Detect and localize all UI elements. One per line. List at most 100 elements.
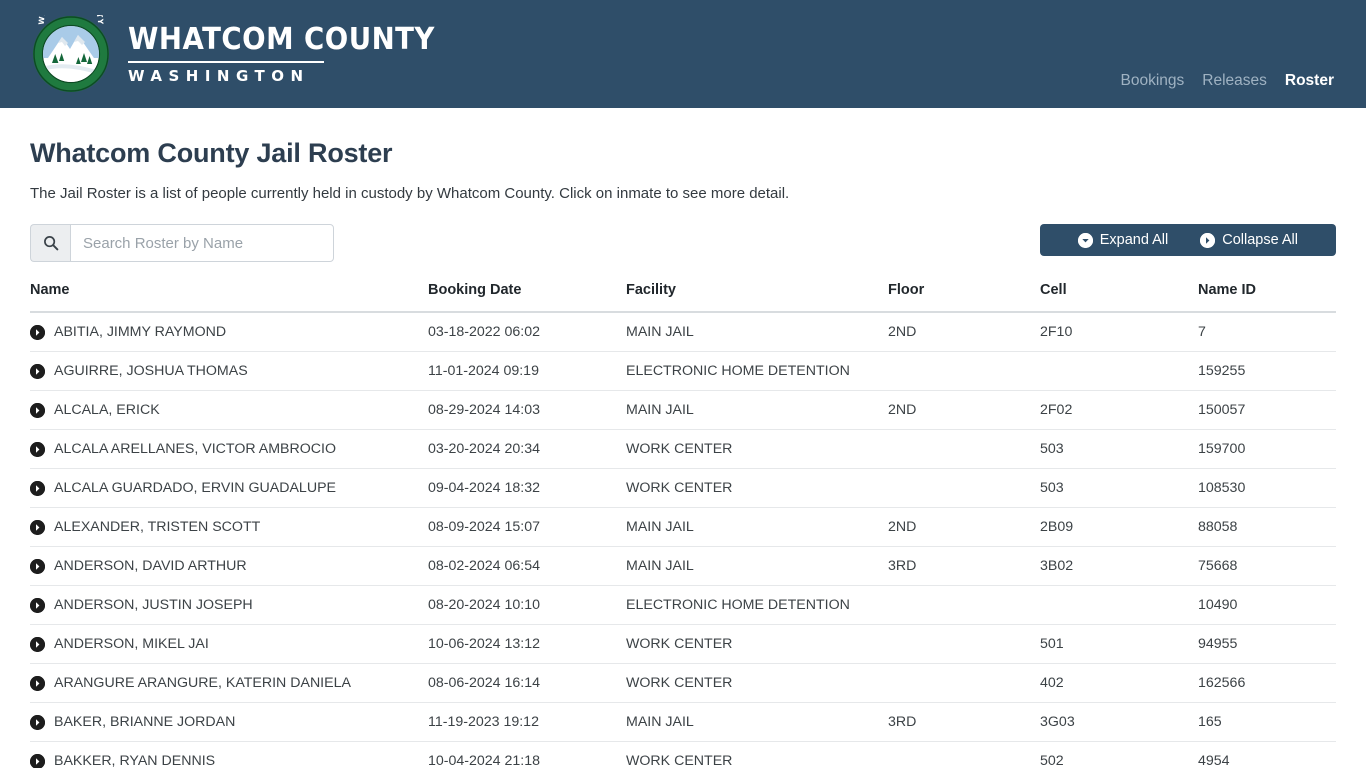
inmate-name[interactable]: BAKER, BRIANNE JORDAN	[54, 714, 235, 730]
roster-table-head: Name Booking Date Facility Floor Cell Na…	[30, 282, 1336, 313]
expand-all-button[interactable]: Expand All	[1039, 224, 1185, 256]
row-expand-icon[interactable]	[30, 636, 45, 652]
row-expand-icon[interactable]	[30, 753, 45, 768]
cell-facility: WORK CENTER	[626, 663, 888, 703]
cell-facility: MAIN JAIL	[626, 507, 888, 547]
cell-floor	[888, 585, 1040, 625]
cell-booking-date: 08-29-2024 14:03	[428, 390, 626, 430]
column-header-name-id[interactable]: Name ID	[1198, 282, 1336, 313]
roster-table-body: ABITIA, JIMMY RAYMOND 03-18-2022 06:02 MAI…	[30, 312, 1336, 768]
cell-cell: 2B09	[1040, 507, 1198, 547]
site-header: WHATCOM COUNTY WASHINGTON WHATCOM COUNTY…	[0, 0, 1366, 108]
row-expand-icon[interactable]	[30, 402, 45, 418]
brand-logo[interactable]: WHATCOM COUNTY WASHINGTON WHATCOM COUNTY…	[32, 15, 462, 93]
table-row[interactable]: BAKER, BRIANNE JORDAN 11-19-2023 19:12 MAI…	[30, 702, 1336, 742]
page-description: The Jail Roster is a list of people curr…	[30, 185, 790, 202]
inmate-name[interactable]: ALCALA ARELLANES, VICTOR AMBROCIO	[54, 441, 336, 457]
table-row[interactable]: ARANGURE ARANGURE, KATERIN DANIELA 08-06-…	[30, 663, 1336, 703]
cell-cell: 2F10	[1040, 312, 1198, 352]
cell-floor: 3RD	[888, 546, 1040, 586]
nav-link-roster[interactable]: Roster	[1285, 72, 1334, 90]
collapse-all-label: Collapse All	[1222, 232, 1298, 248]
inmate-name[interactable]: ARANGURE ARANGURE, KATERIN DANIELA	[54, 675, 351, 691]
table-row[interactable]: BAKKER, RYAN DENNIS 10-04-2024 21:18 WORK …	[30, 741, 1336, 768]
column-header-booking-date[interactable]: Booking Date	[428, 282, 626, 313]
inmate-name[interactable]: AGUIRRE, JOSHUA THOMAS	[54, 363, 248, 379]
table-row[interactable]: ABITIA, JIMMY RAYMOND 03-18-2022 06:02 MAI…	[30, 312, 1336, 352]
table-row[interactable]: ANDERSON, JUSTIN JOSEPH 08-20-2024 10:10 E…	[30, 585, 1336, 625]
table-row[interactable]: ANDERSON, DAVID ARTHUR 08-02-2024 06:54 MA…	[30, 546, 1336, 586]
cell-name: ANDERSON, JUSTIN JOSEPH	[30, 585, 428, 625]
row-expand-icon[interactable]	[30, 558, 45, 574]
table-row[interactable]: ALEXANDER, TRISTEN SCOTT 08-09-2024 15:07…	[30, 507, 1336, 547]
cell-name: BAKER, BRIANNE JORDAN	[30, 702, 428, 742]
cell-name-id: 75668	[1198, 546, 1336, 586]
cell-name-id: 165	[1198, 702, 1336, 742]
search-icon[interactable]	[30, 224, 70, 262]
column-header-facility[interactable]: Facility	[626, 282, 888, 313]
inmate-name[interactable]: BAKKER, RYAN DENNIS	[54, 753, 215, 768]
wordmark: WHATCOM COUNTY WASHINGTON	[128, 24, 462, 85]
row-expand-icon[interactable]	[30, 675, 45, 691]
nav-link-releases[interactable]: Releases	[1202, 72, 1267, 90]
cell-floor: 2ND	[888, 312, 1040, 352]
wordmark-line-state: WASHINGTON	[128, 67, 310, 86]
roster-table: Name Booking Date Facility Floor Cell Na…	[30, 282, 1336, 768]
table-row[interactable]: ALCALA, ERICK 08-29-2024 14:03 MAIN JAIL 2N…	[30, 390, 1336, 430]
table-row[interactable]: ANDERSON, MIKEL JAI 10-06-2024 13:12 WORK …	[30, 624, 1336, 664]
chevron-down-circle-icon	[1077, 232, 1093, 248]
table-row[interactable]: ALCALA GUARDADO, ERVIN GUADALUPE 09-04-20…	[30, 468, 1336, 508]
expand-collapse-button-group: Expand All Collapse All	[1039, 224, 1336, 256]
row-expand-icon[interactable]	[30, 519, 45, 535]
cell-cell	[1040, 585, 1198, 625]
cell-cell: 3B02	[1040, 546, 1198, 586]
cell-name: ANDERSON, DAVID ARTHUR	[30, 546, 428, 586]
cell-name-id: 159255	[1198, 351, 1336, 391]
cell-facility: ELECTRONIC HOME DETENTION	[626, 585, 888, 625]
nav-link-bookings[interactable]: Bookings	[1121, 72, 1185, 90]
row-expand-icon[interactable]	[30, 324, 45, 340]
row-expand-icon[interactable]	[30, 714, 45, 730]
inmate-name[interactable]: ABITIA, JIMMY RAYMOND	[54, 324, 226, 340]
row-expand-icon[interactable]	[30, 597, 45, 613]
column-header-floor[interactable]: Floor	[888, 282, 1040, 313]
inmate-name[interactable]: ANDERSON, MIKEL JAI	[54, 636, 209, 652]
cell-floor	[888, 663, 1040, 703]
cell-name: ARANGURE ARANGURE, KATERIN DANIELA	[30, 663, 428, 703]
table-row[interactable]: AGUIRRE, JOSHUA THOMAS 11-01-2024 09:19 EL…	[30, 351, 1336, 391]
table-row[interactable]: ALCALA ARELLANES, VICTOR AMBROCIO 03-20-2…	[30, 429, 1336, 469]
cell-name: ALCALA, ERICK	[30, 390, 428, 430]
search-input[interactable]	[70, 224, 334, 262]
cell-facility: WORK CENTER	[626, 429, 888, 469]
cell-floor	[888, 429, 1040, 469]
row-expand-icon[interactable]	[30, 480, 45, 496]
cell-booking-date: 08-02-2024 06:54	[428, 546, 626, 586]
cell-booking-date: 09-04-2024 18:32	[428, 468, 626, 508]
row-expand-icon[interactable]	[30, 363, 45, 379]
roster-toolbar: Expand All Collapse All	[30, 224, 1336, 264]
cell-name: ALCALA ARELLANES, VICTOR AMBROCIO	[30, 429, 428, 469]
cell-booking-date: 03-18-2022 06:02	[428, 312, 626, 352]
inmate-name[interactable]: ALCALA, ERICK	[54, 402, 160, 418]
column-header-cell[interactable]: Cell	[1040, 282, 1198, 313]
cell-floor	[888, 468, 1040, 508]
column-header-name[interactable]: Name	[30, 282, 428, 313]
cell-cell: 402	[1040, 663, 1198, 703]
cell-name: BAKKER, RYAN DENNIS	[30, 741, 428, 768]
whatcom-county-seal-icon: WHATCOM COUNTY WASHINGTON	[32, 15, 110, 93]
inmate-name[interactable]: ANDERSON, JUSTIN JOSEPH	[54, 597, 253, 613]
search-group	[30, 224, 334, 262]
row-expand-icon[interactable]	[30, 441, 45, 457]
cell-facility: MAIN JAIL	[626, 312, 888, 352]
cell-cell: 503	[1040, 468, 1198, 508]
inmate-name[interactable]: ALEXANDER, TRISTEN SCOTT	[54, 519, 260, 535]
cell-floor: 3RD	[888, 702, 1040, 742]
cell-name: ANDERSON, MIKEL JAI	[30, 624, 428, 664]
inmate-name[interactable]: ANDERSON, DAVID ARTHUR	[54, 558, 247, 574]
cell-name-id: 162566	[1198, 663, 1336, 703]
cell-booking-date: 10-06-2024 13:12	[428, 624, 626, 664]
cell-facility: WORK CENTER	[626, 741, 888, 768]
cell-name-id: 88058	[1198, 507, 1336, 547]
collapse-all-button[interactable]: Collapse All	[1184, 224, 1336, 256]
inmate-name[interactable]: ALCALA GUARDADO, ERVIN GUADALUPE	[54, 480, 336, 496]
